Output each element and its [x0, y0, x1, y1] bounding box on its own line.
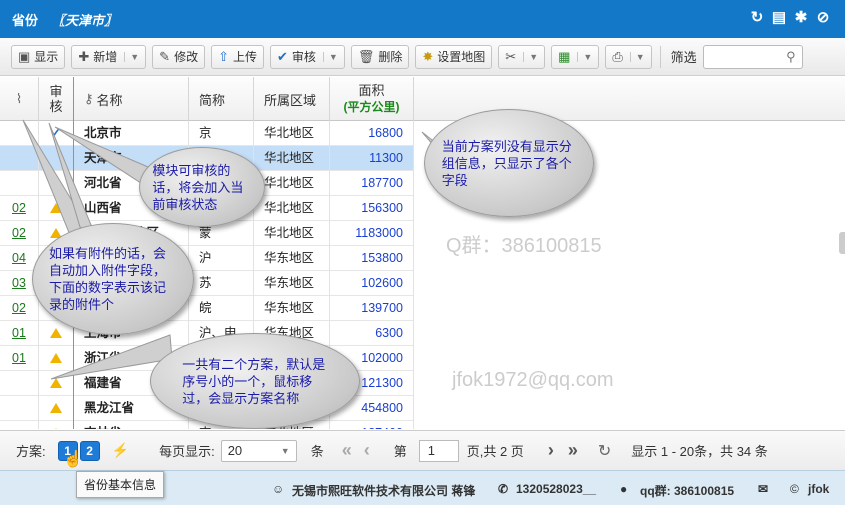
chevron-down-icon[interactable]: ▼	[322, 51, 338, 62]
per-page-select[interactable]: 20 ▼	[220, 439, 297, 462]
page-label: 第	[393, 444, 407, 459]
per-page-value: 20	[227, 442, 243, 458]
print-icon[interactable]: ▤	[771, 10, 787, 26]
attachment-button[interactable]: ✂ ▼	[498, 44, 546, 69]
qq-group-label: qq群: 386100815	[640, 484, 735, 498]
filter-search-input[interactable]: ⚲	[702, 44, 803, 69]
scheme-tooltip: 省份基本信息	[76, 471, 165, 498]
excel-icon: ▦	[558, 48, 571, 64]
close-icon[interactable]: ⊘	[815, 10, 831, 26]
attachment-callout: 如果有附件的话，会自动加入附件字段，下面的数字表示该记录的附件个	[32, 223, 194, 335]
upload-button[interactable]: ⇧ 上传	[211, 44, 264, 69]
upload-icon: ⇧	[218, 48, 229, 64]
phone-label: 1320528023__	[516, 482, 597, 496]
audit-button[interactable]: ✔ 审核 ▼	[270, 44, 345, 69]
show-button[interactable]: ▣ 显示	[11, 44, 66, 69]
scheme-callout: 一共有二个方案，默认是序号小的一个，鼠标移过，会显示方案名称	[150, 333, 360, 429]
display-icon: ▣	[18, 48, 31, 64]
edit-button[interactable]: ✎ 修改	[152, 44, 206, 69]
window-titlebar: 省份 〖天津市〗 ↻ ▤ ✱ ⊘	[0, 0, 845, 38]
refresh-icon[interactable]: ↻	[598, 441, 611, 461]
add-button[interactable]: ✚ 新增 ▼	[71, 44, 147, 69]
chevron-down-icon[interactable]: ▼	[124, 51, 139, 62]
first-page-icon[interactable]: «	[342, 440, 352, 461]
chevron-down-icon[interactable]: ▼	[577, 51, 592, 62]
delete-label: 删除	[378, 50, 403, 64]
chevron-down-icon[interactable]: ▼	[523, 51, 538, 62]
module-title: 省份	[12, 12, 39, 28]
scheme-label: 方案:	[16, 444, 46, 459]
set-map-button[interactable]: ✸ 设置地图	[415, 44, 493, 69]
check-icon: ✔	[277, 48, 288, 64]
audit-callout-text: 模块可审核的话，将会加入当前审核状态	[152, 162, 244, 212]
add-label: 新增	[93, 50, 118, 64]
audit-label: 审核	[291, 50, 316, 64]
show-label: 显示	[34, 50, 59, 64]
chevron-down-icon: ▼	[280, 445, 290, 456]
pencil-icon: ✎	[159, 48, 171, 64]
group-callout-text: 当前方案列没有显示分组信息，只显示了各个字段	[441, 138, 572, 188]
company-label: 无锡市熙旺软件技术有限公司 蒋锋	[292, 484, 476, 498]
magic-wand-icon[interactable]: ⚡	[112, 442, 129, 459]
page-number-input[interactable]: 1	[418, 439, 459, 462]
attachment-callout-text: 如果有附件的话，会自动加入附件字段，下面的数字表示该记录的附件个	[49, 246, 167, 312]
toolbar: ▣ 显示 ✚ 新增 ▼ ✎ 修改 ⇧ 上传 ✔ 审核 ▼ 🗑 删除 ✸ 设置地图 ✂ ▼ ▦ ▼ ⎙ ▼…	[0, 38, 845, 76]
page-summary: 显示 1 - 20条，共 34 条	[631, 444, 768, 459]
qq-icon: ●	[620, 482, 628, 496]
province-grid: ⌇ 审核 ⚷ 名称 简称 所属区域 面积 (平方公里) ✓ 北京市京华北地区 1680…	[0, 77, 845, 429]
search-icon[interactable]: ⚲	[786, 49, 796, 65]
print-button[interactable]: ⎙ ▼	[605, 44, 652, 69]
last-page-icon[interactable]: »	[568, 440, 578, 461]
filter-label: 筛选	[670, 50, 697, 65]
toolbar-divider	[659, 45, 661, 68]
pagination-bar: 方案: 1 2 ⚡ 每页显示: 20 ▼ 条 « ‹ 第 1 页,共 2 页 › …	[0, 430, 845, 470]
group-callout: 当前方案列没有显示分组信息，只显示了各个字段	[424, 109, 594, 217]
gear-icon[interactable]: ✱	[793, 10, 809, 26]
copyright-icon: ©	[790, 482, 799, 496]
delete-button[interactable]: 🗑 删除	[350, 44, 410, 69]
phone-icon: ✆	[498, 482, 509, 496]
upload-label: 上传	[232, 50, 257, 64]
page-total-label: 页,共 2 页	[466, 444, 524, 459]
side-collapse-handle[interactable]	[839, 232, 845, 254]
chevron-down-icon[interactable]: ▼	[629, 51, 645, 62]
current-record-title: 〖天津市〗	[52, 12, 118, 28]
mail-icon[interactable]: ✉	[758, 482, 768, 496]
edit-label: 修改	[174, 50, 199, 64]
scheme-callout-text: 一共有二个方案，默认是序号小的一个，鼠标移过，会显示方案名称	[182, 356, 326, 406]
trash-icon: 🗑	[357, 48, 375, 64]
per-page-unit: 条	[310, 444, 324, 459]
printer-icon: ⎙	[612, 48, 623, 64]
next-page-icon[interactable]: ›	[548, 440, 554, 461]
hand-cursor-icon: ☝	[63, 451, 83, 468]
map-gear-icon: ✸	[422, 48, 434, 64]
export-button[interactable]: ▦ ▼	[551, 44, 600, 69]
prev-page-icon[interactable]: ‹	[364, 440, 370, 461]
audit-callout: 模块可审核的话，将会加入当前审核状态	[139, 147, 265, 227]
per-page-label: 每页显示:	[159, 444, 215, 459]
set-map-label: 设置地图	[437, 50, 486, 64]
refresh-icon[interactable]: ↻	[749, 10, 765, 26]
author-label: jfok	[808, 482, 830, 496]
plus-icon: ✚	[78, 48, 90, 64]
smile-icon: ☺	[272, 482, 285, 496]
paperclip-icon: ✂	[505, 48, 517, 64]
